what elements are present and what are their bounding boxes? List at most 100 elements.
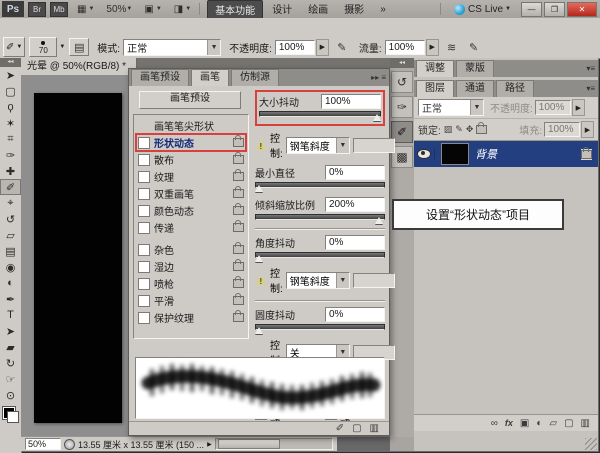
path-selection-tool[interactable]: ➤ [0, 323, 21, 339]
dodge-tool[interactable]: ◐ [0, 275, 21, 291]
opacity-field[interactable]: 100%▶ [275, 39, 329, 56]
horizontal-scrollbar[interactable] [215, 438, 333, 450]
type-tool[interactable]: T [0, 307, 21, 323]
roundness-jitter-slider[interactable] [255, 324, 385, 333]
lock-position-icon[interactable]: ✥ [466, 124, 474, 135]
rotate-view-tool[interactable]: ↻ [0, 355, 21, 371]
brush-panel-tab[interactable]: 仿制源 [231, 69, 279, 86]
crop-tool[interactable]: ⌗ [0, 131, 21, 147]
tool-presets-panel-icon[interactable]: ✑ [391, 96, 413, 118]
checkbox[interactable] [138, 154, 150, 166]
marquee-tool[interactable]: ▢ [0, 83, 21, 99]
size-jitter-slider[interactable] [259, 111, 381, 120]
brush-option-item[interactable]: 画笔笔尖形状 [136, 117, 246, 134]
lasso-tool[interactable]: ϙ [0, 99, 21, 115]
min-diameter-input[interactable]: 0% [325, 165, 385, 180]
workspace-button[interactable]: 设计 [265, 0, 299, 19]
screen-mode-button[interactable]: ◨▼ [171, 2, 194, 16]
airbrush-button[interactable]: ≋ [443, 39, 461, 55]
roundness-jitter-input[interactable]: 0% [325, 307, 385, 322]
lock-pixels-icon[interactable]: ✎ [455, 124, 463, 135]
color-swatches[interactable] [3, 407, 19, 423]
workspace-button[interactable]: 基本功能 [207, 0, 263, 19]
brush-option-item[interactable]: 喷枪 [136, 275, 246, 292]
lock-icon[interactable] [233, 313, 244, 322]
status-menu-icon[interactable]: ▶ [207, 441, 212, 448]
move-tool[interactable]: ➤ [0, 67, 21, 83]
panel-tab[interactable]: 图层 [416, 80, 454, 97]
close-button[interactable]: ✕ [567, 2, 597, 17]
new-layer-icon[interactable]: ▢ [564, 418, 573, 429]
lock-icon[interactable] [233, 172, 244, 181]
layer-row-background[interactable]: 背景 [414, 140, 598, 167]
brush-preset-picker[interactable]: 70 [29, 37, 57, 57]
layer-style-icon[interactable]: fx [505, 418, 513, 428]
tilt-scale-slider[interactable] [255, 214, 385, 223]
pen-tool[interactable]: ✒ [0, 291, 21, 307]
lock-icon[interactable] [233, 206, 244, 215]
window-resize-grip[interactable] [585, 438, 597, 450]
checkbox[interactable] [138, 295, 150, 307]
panel-menu-icon[interactable]: ▾≡ [586, 61, 595, 77]
panel-tab[interactable]: 蒙版 [456, 60, 494, 77]
eraser-tool[interactable]: ▱ [0, 227, 21, 243]
layer-blend-mode-dropdown[interactable]: 正常▼ [418, 99, 484, 116]
quick-selection-tool[interactable]: ✶ [0, 115, 21, 131]
lock-icon[interactable] [233, 155, 244, 164]
brush-option-item[interactable]: 散布 [136, 151, 246, 168]
panel-tab[interactable]: 通道 [456, 80, 494, 97]
tool-preset-picker[interactable]: ✐▼ [3, 37, 25, 57]
delete-layer-icon[interactable]: ▥ [581, 418, 590, 429]
collapse-dock-icon[interactable]: ◂◂ [390, 58, 414, 68]
checkbox[interactable] [138, 312, 150, 324]
size-control-dropdown[interactable]: 钢笔斜度▼ [286, 137, 350, 154]
arrange-documents-button[interactable]: ▣▼ [141, 2, 164, 16]
scrollbar-thumb[interactable] [218, 439, 280, 449]
brush-panel-tab[interactable]: 画笔预设 [131, 69, 189, 86]
document-tab[interactable]: 光晕 @ 50%(RGB/8) * [21, 58, 137, 75]
lock-icon[interactable] [233, 279, 244, 288]
lock-icon[interactable] [233, 189, 244, 198]
angle-jitter-input[interactable]: 0% [325, 235, 385, 250]
checkbox[interactable] [138, 278, 150, 290]
checkbox[interactable] [138, 171, 150, 183]
checkbox[interactable] [138, 222, 150, 234]
panel-tab[interactable]: 调整 [416, 60, 454, 77]
checkbox[interactable] [138, 137, 150, 149]
new-group-icon[interactable]: ▱ [549, 418, 557, 429]
minimize-button[interactable]: — [521, 2, 542, 17]
checkbox[interactable] [138, 261, 150, 273]
toggle-brush-panel-button[interactable]: ▤ [69, 38, 89, 56]
delete-brush-icon[interactable]: ▥ [370, 423, 379, 434]
brush-option-item[interactable]: 形状动态 [136, 134, 246, 151]
workspace-button[interactable]: 摄影 [337, 0, 371, 19]
link-layers-icon[interactable]: ∞ [491, 418, 498, 429]
background-color-swatch[interactable] [7, 411, 19, 423]
brush-option-item[interactable]: 双重画笔 [136, 185, 246, 202]
panel-menu-icon[interactable]: ▸▸ ≡ [371, 70, 386, 86]
collapse-toolbar-icon[interactable]: ◂◂ [0, 58, 21, 67]
brush-option-item[interactable]: 湿边 [136, 258, 246, 275]
lock-icon[interactable] [233, 296, 244, 305]
brush-option-item[interactable]: 颜色动态 [136, 202, 246, 219]
blur-tool[interactable]: ◉ [0, 259, 21, 275]
tablet-pressure-size-button[interactable]: ✎ [465, 39, 483, 55]
brush-option-item[interactable]: 纹理 [136, 168, 246, 185]
adjustment-layer-icon[interactable]: ◐ [536, 418, 542, 429]
new-brush-icon[interactable]: ✐ [336, 423, 344, 434]
shape-tool[interactable]: ▰ [0, 339, 21, 355]
layer-fill-field[interactable]: 100% ▶ [544, 121, 594, 138]
tablet-pressure-opacity-button[interactable]: ✎ [333, 39, 351, 55]
hand-tool[interactable]: ☞ [0, 371, 21, 387]
layer-name[interactable]: 背景 [475, 146, 581, 162]
lock-all-icon[interactable] [476, 125, 487, 134]
brush-option-item[interactable]: 平滑 [136, 292, 246, 309]
eyedropper-tool[interactable]: ✑ [0, 147, 21, 163]
tilt-scale-input[interactable]: 200% [325, 197, 385, 212]
view-extras-button[interactable]: ▦▼ [74, 2, 97, 16]
flow-field[interactable]: 100%▶ [385, 39, 439, 56]
checkbox[interactable] [138, 205, 150, 217]
gradient-tool[interactable]: ▤ [0, 243, 21, 259]
lock-icon[interactable] [233, 245, 244, 254]
brush-panel-tab[interactable]: 画笔 [191, 69, 229, 86]
